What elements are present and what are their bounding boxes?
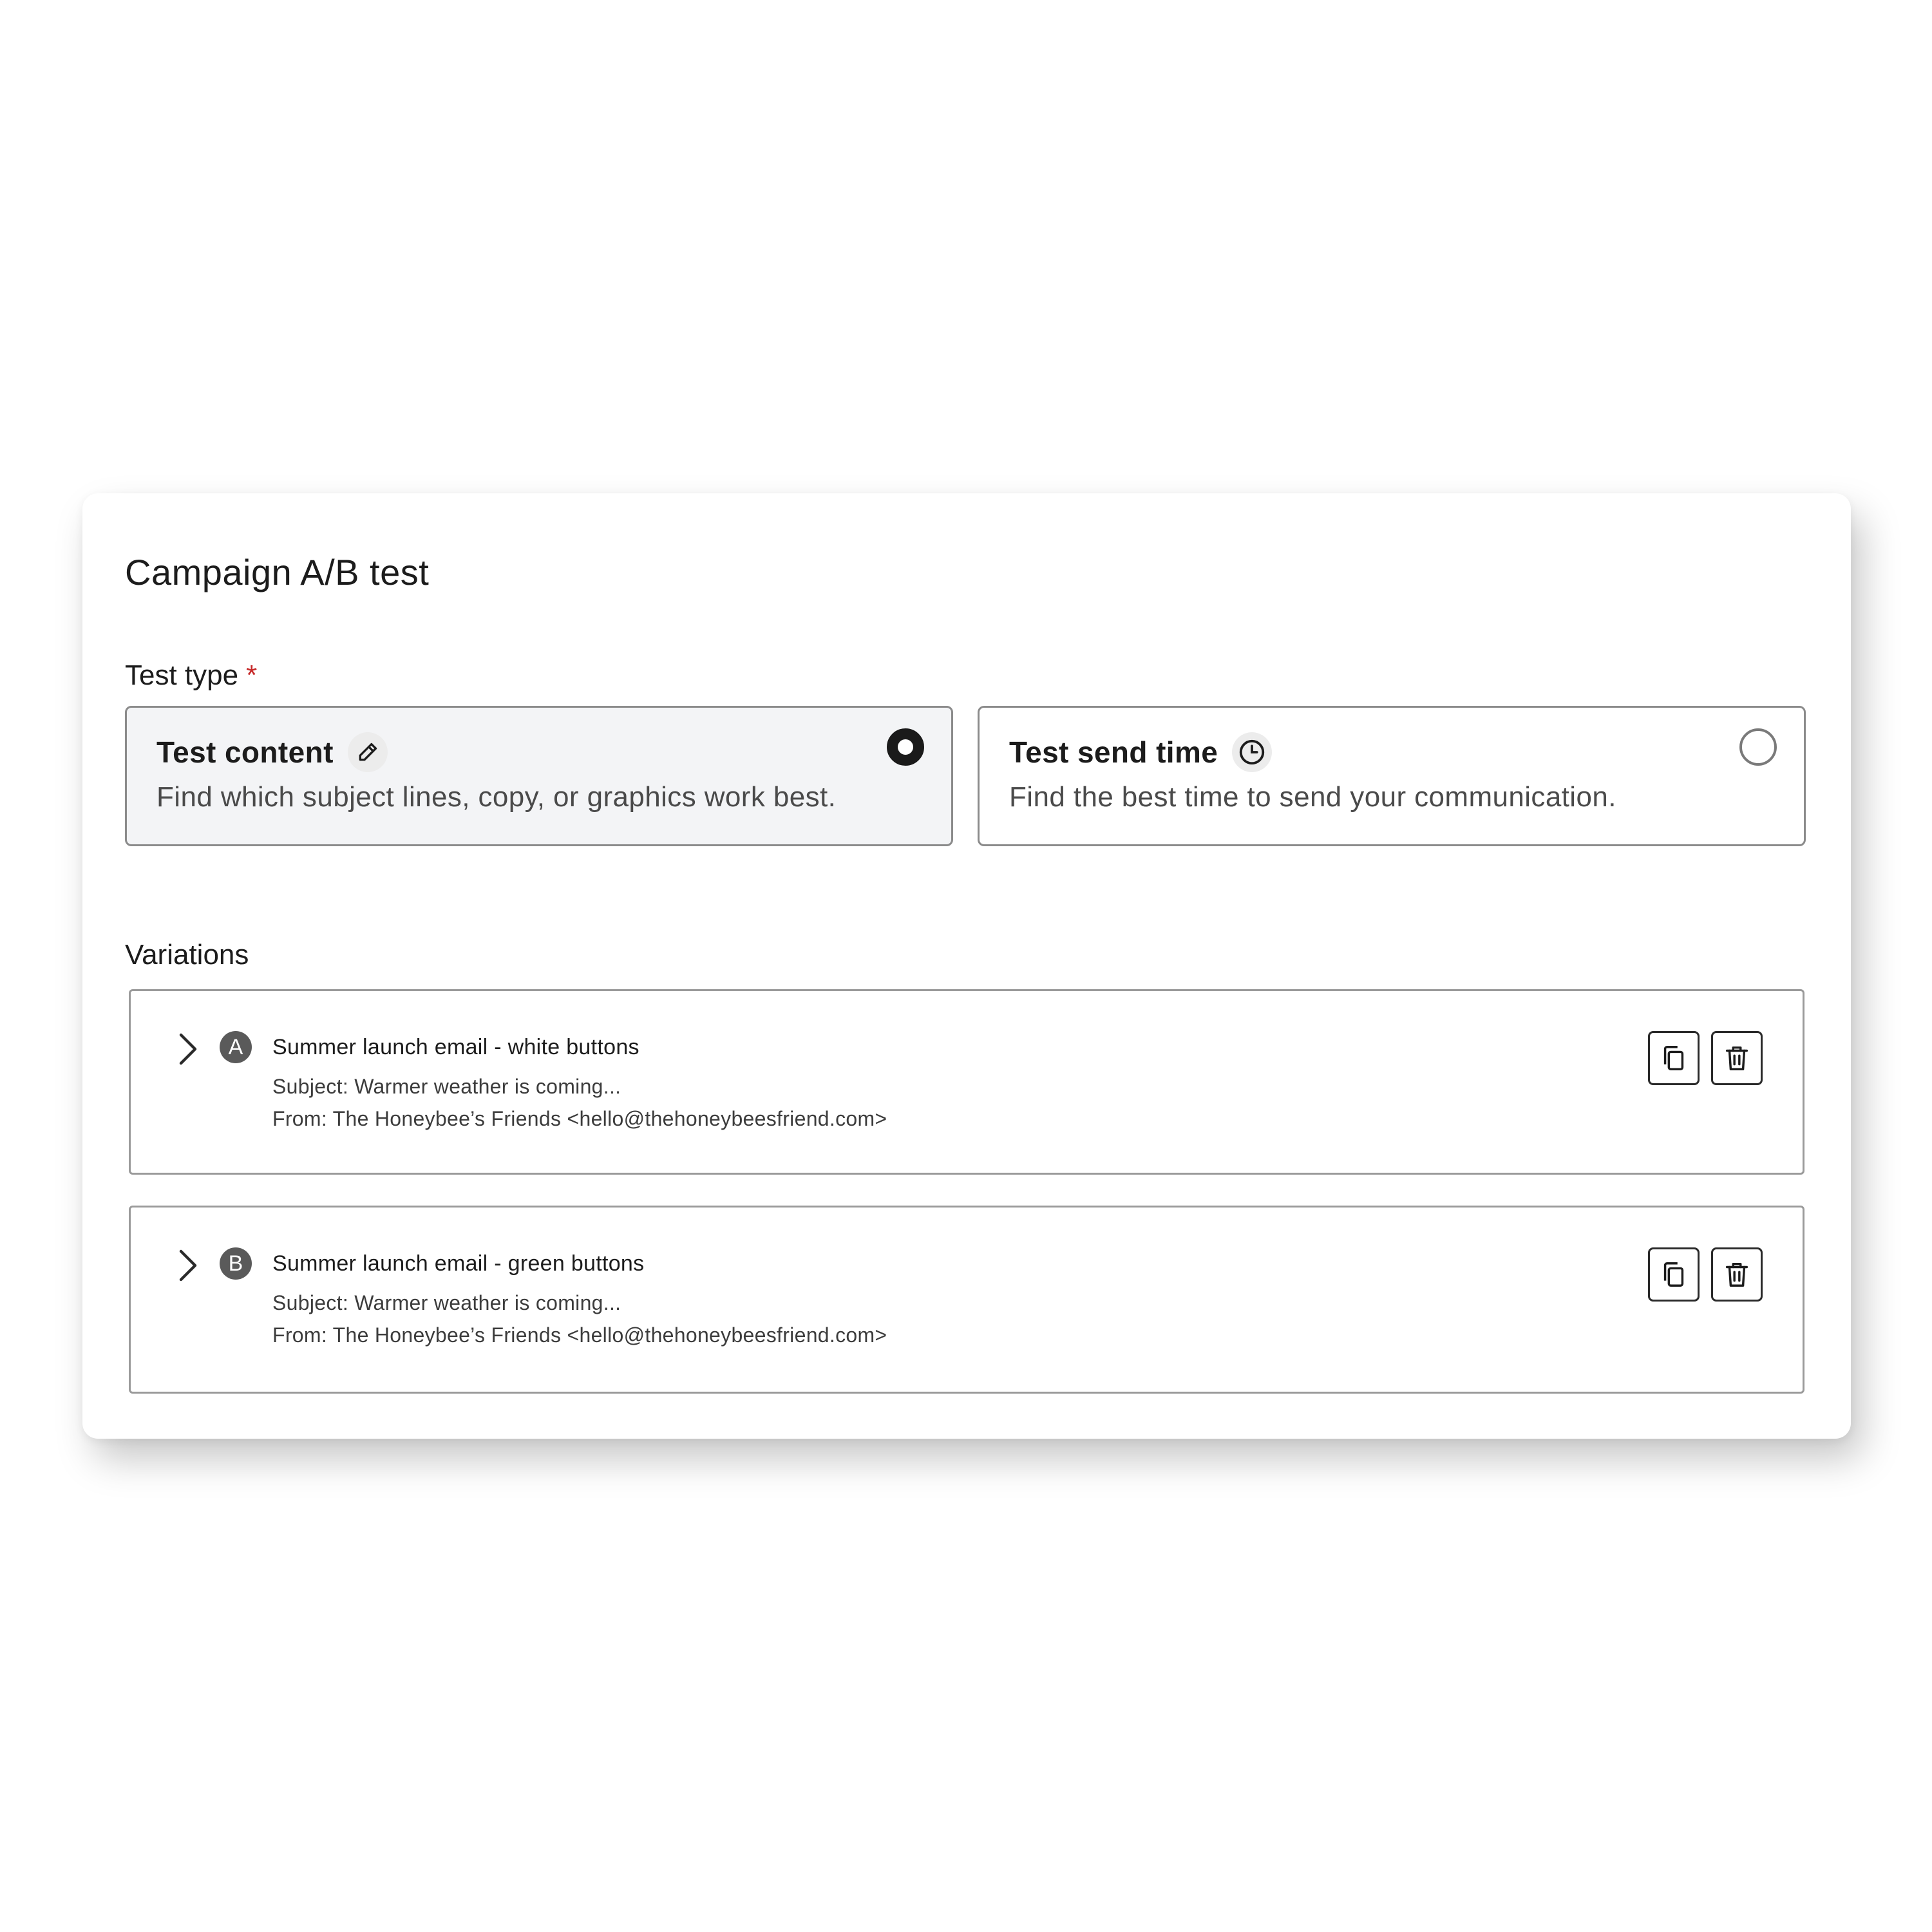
chevron-right-icon[interactable] xyxy=(172,1028,203,1070)
clock-icon xyxy=(1232,732,1273,772)
test-send-time-radio[interactable] xyxy=(1739,728,1777,766)
page-title: Campaign A/B test xyxy=(125,552,430,592)
test-send-time-option[interactable]: Test send time Find the best time to sen… xyxy=(978,706,1806,846)
variation-name: Summer launch email - green buttons xyxy=(272,1251,645,1276)
test-send-time-title: Test send time xyxy=(1009,732,1273,772)
test-send-time-description: Find the best time to send your communic… xyxy=(1009,781,1616,813)
test-type-label-text: Test type xyxy=(125,659,239,691)
delete-variation-button[interactable] xyxy=(1711,1031,1763,1085)
test-content-description: Find which subject lines, copy, or graph… xyxy=(156,781,837,813)
test-content-title-text: Test content xyxy=(156,735,334,769)
test-content-option[interactable]: Test content Find which subject lines, c… xyxy=(125,706,953,846)
variation-card-b: B Summer launch email - green buttons Su… xyxy=(129,1206,1804,1394)
variation-badge: B xyxy=(220,1247,252,1280)
trash-icon xyxy=(1725,1046,1748,1070)
copy-icon xyxy=(1663,1046,1684,1070)
duplicate-variation-button[interactable] xyxy=(1648,1031,1700,1085)
required-marker: * xyxy=(246,659,258,691)
trash-icon xyxy=(1725,1262,1748,1287)
variations-label: Variations xyxy=(125,939,249,971)
test-type-label: Test type * xyxy=(125,659,257,692)
test-send-time-title-text: Test send time xyxy=(1009,735,1218,769)
test-content-radio[interactable] xyxy=(887,728,924,766)
duplicate-variation-button[interactable] xyxy=(1648,1247,1700,1302)
delete-variation-button[interactable] xyxy=(1711,1247,1763,1302)
variation-from: From: The Honeybee’s Friends <hello@theh… xyxy=(272,1323,887,1347)
variation-from: From: The Honeybee’s Friends <hello@theh… xyxy=(272,1107,887,1130)
variation-subject: Subject: Warmer weather is coming... xyxy=(272,1291,621,1314)
variation-name: Summer launch email - white buttons xyxy=(272,1035,639,1059)
variation-card-a: A Summer launch email - white buttons Su… xyxy=(129,989,1804,1175)
test-content-title: Test content xyxy=(156,732,388,772)
pencil-icon xyxy=(347,732,388,772)
variation-badge: A xyxy=(220,1031,252,1063)
chevron-right-icon[interactable] xyxy=(172,1245,203,1286)
variation-subject: Subject: Warmer weather is coming... xyxy=(272,1075,621,1098)
ab-test-card: Campaign A/B test Test type * Test conten… xyxy=(82,493,1851,1439)
copy-icon xyxy=(1663,1262,1684,1287)
